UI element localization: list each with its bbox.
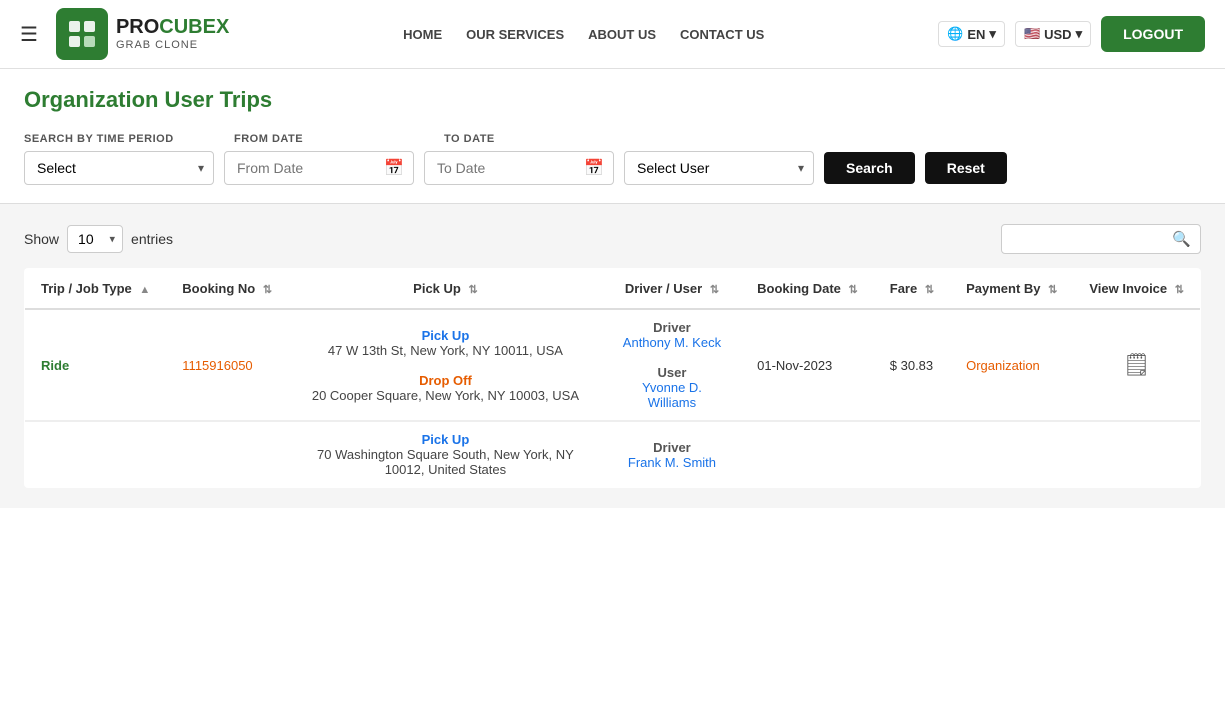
from-date-label: FROM DATE <box>234 133 434 145</box>
table-search-input[interactable] <box>1001 224 1201 254</box>
hamburger-icon[interactable]: ☰ <box>20 22 38 47</box>
logo-name: PROCUBEX <box>116 16 229 39</box>
entries-select-wrap: 10 25 50 ▾ <box>67 225 123 253</box>
driver-label: Driver <box>619 320 725 335</box>
trip-type-cell-2 <box>25 421 167 488</box>
time-period-select[interactable]: Select <box>24 151 214 185</box>
to-date-wrap: 📅 <box>424 151 614 185</box>
search-button[interactable]: Search <box>824 152 915 184</box>
lang-chevron-icon: ▾ <box>989 26 996 42</box>
filter-bar: SEARCH BY TIME PERIOD FROM DATE TO DATE … <box>0 123 1225 204</box>
logo-icon <box>56 8 108 60</box>
driver-user-cell-2: Driver Frank M. Smith <box>603 421 741 488</box>
table-row: Ride 1115916050 Pick Up 47 W 13th St, Ne… <box>25 309 1201 421</box>
sort-icon-date: ⇅ <box>849 284 858 296</box>
table-search-wrap: 🔍 <box>1001 224 1201 254</box>
currency-label: USD <box>1044 27 1071 42</box>
col-booking-date: Booking Date ⇅ <box>741 269 874 310</box>
user-name: Yvonne D. Williams <box>619 380 725 410</box>
booking-date-cell-2 <box>741 421 874 488</box>
language-selector[interactable]: 🌐 EN ▾ <box>938 21 1005 47</box>
time-period-select-wrap: Select ▾ <box>24 151 214 185</box>
currency-flag-icon: 🇺🇸 <box>1024 26 1040 42</box>
invoice-cell-2 <box>1073 421 1200 488</box>
search-icon: 🔍 <box>1172 230 1191 248</box>
col-payment: Payment By ⇅ <box>950 269 1073 310</box>
fare-cell-2 <box>874 421 950 488</box>
user-select[interactable]: Select User <box>624 151 814 185</box>
booking-no-cell-2 <box>166 421 288 488</box>
time-period-label: SEARCH BY TIME PERIOD <box>24 133 224 145</box>
logo-text: PROCUBEX GRAB CLONE <box>116 16 229 52</box>
page-title: Organization User Trips <box>0 69 1225 123</box>
user-select-wrap: Select User ▾ <box>624 151 814 185</box>
entries-label: entries <box>131 231 173 247</box>
pickup-label-2: Pick Up <box>304 432 587 447</box>
sort-icon-driver: ⇅ <box>710 284 719 296</box>
nav-home[interactable]: HOME <box>403 27 442 42</box>
from-date-wrap: 📅 <box>224 151 414 185</box>
location-cell: Pick Up 47 W 13th St, New York, NY 10011… <box>288 309 603 421</box>
nav-right: 🌐 EN ▾ 🇺🇸 USD ▾ LOGOUT <box>938 16 1205 52</box>
sort-icon-booking: ⇅ <box>263 284 272 296</box>
sort-icon-fare: ⇅ <box>925 284 934 296</box>
currency-chevron-icon: ▾ <box>1076 26 1083 42</box>
col-fare: Fare ⇅ <box>874 269 950 310</box>
col-invoice: View Invoice ⇅ <box>1073 269 1200 310</box>
invoice-cell[interactable]: 🗒 <box>1073 309 1200 421</box>
to-date-label: TO DATE <box>444 133 644 145</box>
user-label: User <box>619 365 725 380</box>
nav-services[interactable]: OUR SERVICES <box>466 27 564 42</box>
currency-selector[interactable]: 🇺🇸 USD ▾ <box>1015 21 1091 47</box>
booking-date-cell: 01-Nov-2023 <box>741 309 874 421</box>
data-table: Trip / Job Type ▲ Booking No ⇅ Pick Up ⇅… <box>24 268 1201 488</box>
payment-cell: Organization <box>950 309 1073 421</box>
from-date-input[interactable] <box>224 151 414 185</box>
entries-select[interactable]: 10 25 50 <box>67 225 123 253</box>
nav-menu: HOME OUR SERVICES ABOUT US CONTACT US <box>403 27 764 42</box>
lang-label: EN <box>967 27 985 42</box>
show-label: Show <box>24 231 59 247</box>
table-header-row: Trip / Job Type ▲ Booking No ⇅ Pick Up ⇅… <box>25 269 1201 310</box>
payment-cell-2 <box>950 421 1073 488</box>
table-section: Show 10 25 50 ▾ entries 🔍 Trip / Job Typ… <box>0 204 1225 508</box>
col-pickup: Pick Up ⇅ <box>288 269 603 310</box>
pickup-label: Pick Up <box>304 328 587 343</box>
pickup-addr: 47 W 13th St, New York, NY 10011, USA <box>304 343 587 358</box>
booking-no-cell: 1115916050 <box>166 309 288 421</box>
sort-icon-pickup: ⇅ <box>468 284 477 296</box>
table-controls: Show 10 25 50 ▾ entries 🔍 <box>24 224 1201 254</box>
show-entries: Show 10 25 50 ▾ entries <box>24 225 173 253</box>
trip-type-cell: Ride <box>25 309 167 421</box>
nav-about[interactable]: ABOUT US <box>588 27 656 42</box>
view-invoice-icon[interactable]: 🗒 <box>1123 352 1151 377</box>
logout-button[interactable]: LOGOUT <box>1101 16 1205 52</box>
col-trip-type: Trip / Job Type ▲ <box>25 269 167 310</box>
driver-user-cell: Driver Anthony M. Keck User Yvonne D. Wi… <box>603 309 741 421</box>
globe-icon: 🌐 <box>947 26 963 42</box>
sort-icon-trip: ▲ <box>139 284 150 296</box>
col-driver-user: Driver / User ⇅ <box>603 269 741 310</box>
navbar: ☰ PROCUBEX GRAB CLONE HOME OUR SERVICE <box>0 0 1225 69</box>
location-cell-2: Pick Up 70 Washington Square South, New … <box>288 421 603 488</box>
driver-name: Anthony M. Keck <box>619 335 725 350</box>
logo-subtext: GRAB CLONE <box>116 39 229 52</box>
table-row: Pick Up 70 Washington Square South, New … <box>25 421 1201 488</box>
to-date-input[interactable] <box>424 151 614 185</box>
reset-button[interactable]: Reset <box>925 152 1007 184</box>
logo: PROCUBEX GRAB CLONE <box>56 8 229 60</box>
col-booking-no: Booking No ⇅ <box>166 269 288 310</box>
fare-cell: $ 30.83 <box>874 309 950 421</box>
sort-icon-invoice: ⇅ <box>1175 284 1184 296</box>
dropoff-addr: 20 Cooper Square, New York, NY 10003, US… <box>304 388 587 403</box>
driver-label-2: Driver <box>619 440 725 455</box>
nav-contact[interactable]: CONTACT US <box>680 27 764 42</box>
pickup-addr-2: 70 Washington Square South, New York, NY… <box>304 447 587 477</box>
sort-icon-payment: ⇅ <box>1048 284 1057 296</box>
driver-name-2: Frank M. Smith <box>619 455 725 470</box>
dropoff-label: Drop Off <box>304 373 587 388</box>
